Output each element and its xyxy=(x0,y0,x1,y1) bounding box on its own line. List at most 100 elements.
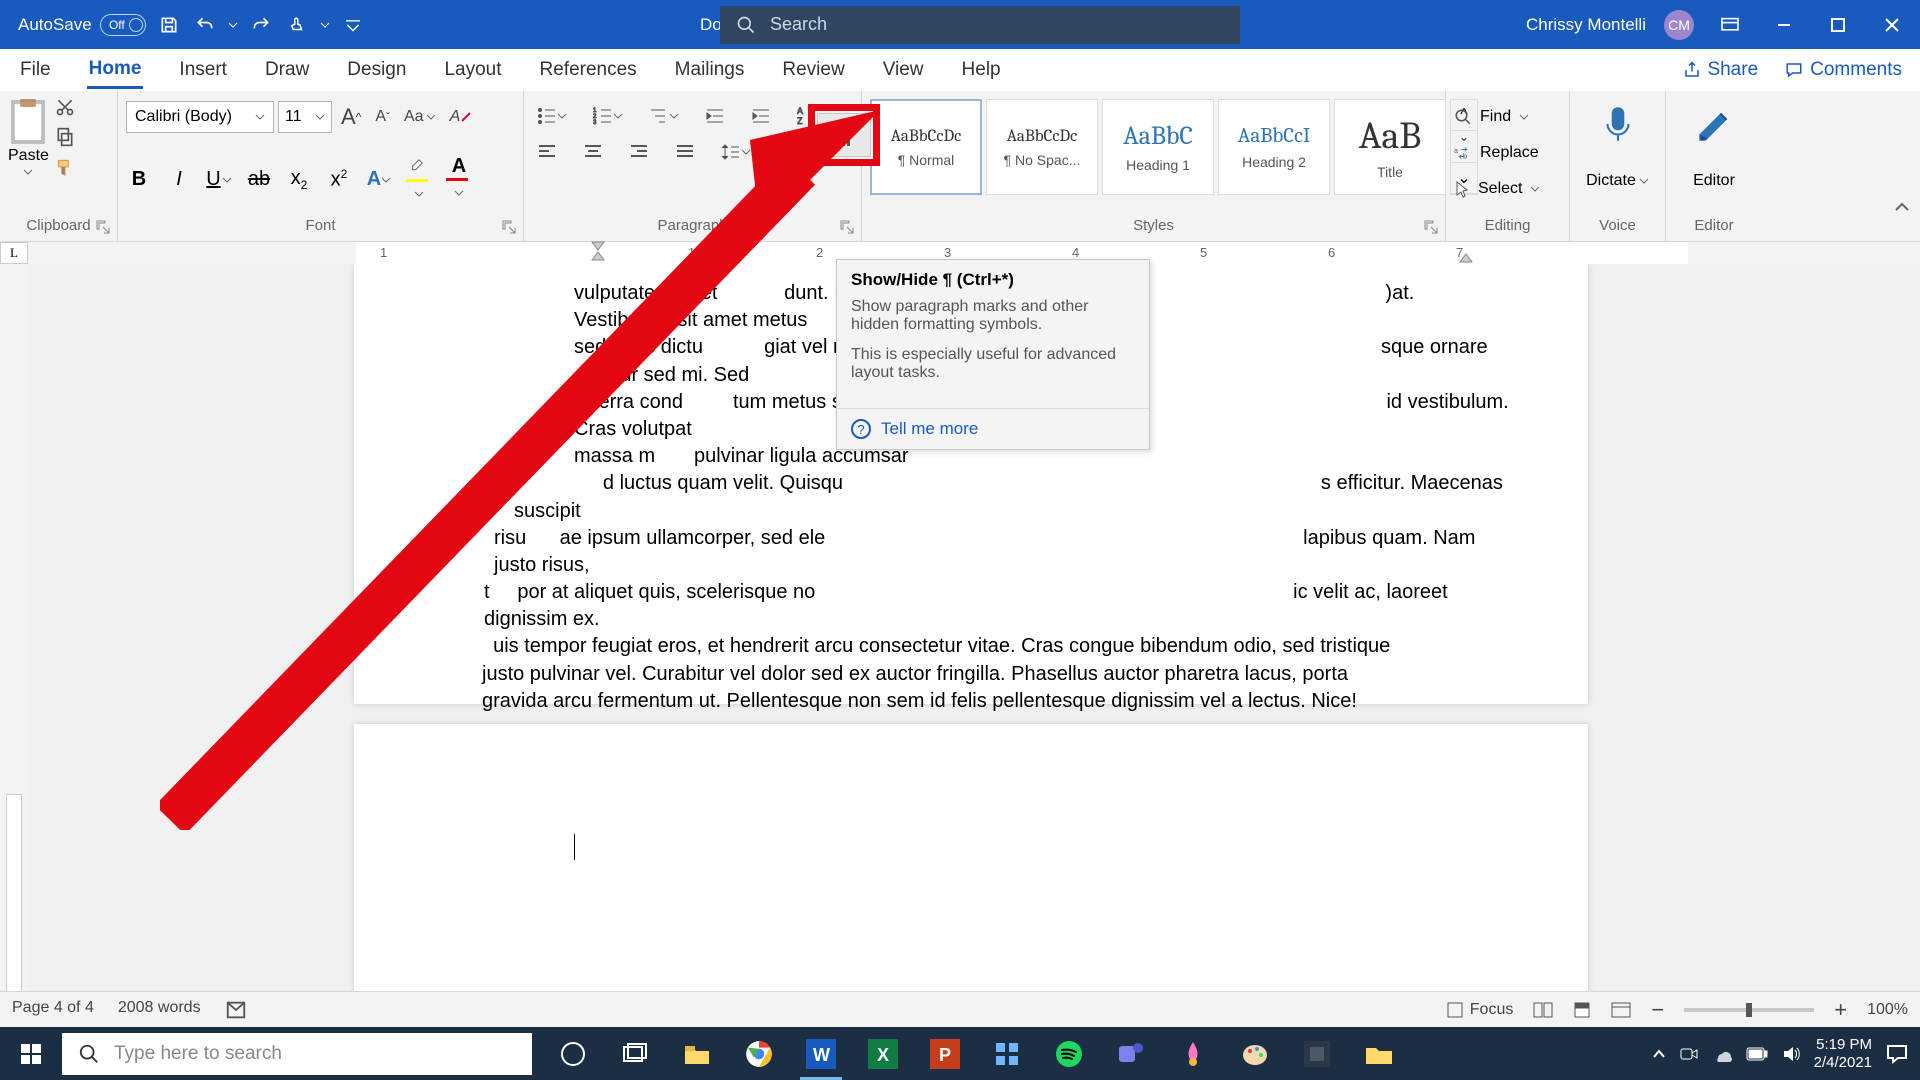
autosave-toggle[interactable]: AutoSave Off xyxy=(18,14,146,36)
increase-indent-icon[interactable] xyxy=(746,101,776,131)
spelling-icon[interactable] xyxy=(225,999,247,1021)
save-icon[interactable] xyxy=(156,12,182,38)
collapse-ribbon-icon[interactable] xyxy=(1894,201,1910,219)
style-nospacing[interactable]: AaBbCcDc¶ No Spac... xyxy=(986,99,1098,195)
tab-review[interactable]: Review xyxy=(780,53,846,87)
replace-button[interactable]: abReplace xyxy=(1454,137,1539,169)
qat-customize-icon[interactable] xyxy=(340,12,366,38)
word-count[interactable]: 2008 words xyxy=(118,999,201,1021)
tab-help[interactable]: Help xyxy=(960,53,1003,87)
zoom-level[interactable]: 100% xyxy=(1867,1001,1908,1019)
chevron-down-icon[interactable] xyxy=(228,20,238,30)
undo-icon[interactable] xyxy=(192,12,218,38)
cut-icon[interactable] xyxy=(55,97,75,117)
clear-formatting-icon[interactable]: A xyxy=(445,102,478,132)
editor-icon[interactable] xyxy=(1693,103,1735,145)
tell-me-more-link[interactable]: ? Tell me more xyxy=(837,408,1149,449)
dialog-launcher-icon[interactable] xyxy=(839,219,855,235)
chrome-icon[interactable] xyxy=(730,1027,788,1080)
justify-icon[interactable] xyxy=(670,137,700,167)
tab-design[interactable]: Design xyxy=(345,53,408,87)
page-indicator[interactable]: Page 4 of 4 xyxy=(12,999,94,1021)
share-button[interactable]: Share xyxy=(1683,59,1758,81)
tab-view[interactable]: View xyxy=(881,53,926,87)
paste-icon[interactable] xyxy=(8,97,48,145)
style-heading2[interactable]: AaBbCcIHeading 2 xyxy=(1218,99,1330,195)
align-left-icon[interactable] xyxy=(532,137,562,167)
line-spacing-icon[interactable] xyxy=(716,137,756,167)
meet-now-icon[interactable] xyxy=(1680,1045,1698,1063)
zoom-out-button[interactable]: − xyxy=(1651,997,1664,1023)
excel-icon[interactable]: X xyxy=(854,1027,912,1080)
copy-icon[interactable] xyxy=(55,127,75,147)
onedrive-icon[interactable] xyxy=(1712,1046,1732,1062)
minimize-icon[interactable] xyxy=(1766,7,1802,43)
tab-references[interactable]: References xyxy=(538,53,639,87)
tab-layout[interactable]: Layout xyxy=(442,53,503,87)
print-layout-icon[interactable] xyxy=(1573,1001,1591,1019)
spotify-icon[interactable] xyxy=(1040,1027,1098,1080)
italic-button[interactable]: I xyxy=(166,168,192,191)
bold-button[interactable]: B xyxy=(126,168,152,191)
user-name[interactable]: Chrissy Montelli xyxy=(1526,15,1646,35)
change-case-icon[interactable]: Aa xyxy=(399,102,441,132)
zoom-slider[interactable] xyxy=(1684,1008,1814,1012)
decrease-indent-icon[interactable] xyxy=(700,101,730,131)
close-icon[interactable] xyxy=(1874,7,1910,43)
paint-icon[interactable] xyxy=(1226,1027,1284,1080)
maximize-icon[interactable] xyxy=(1820,7,1856,43)
start-button[interactable] xyxy=(0,1027,62,1080)
style-heading1[interactable]: AaBbCHeading 1 xyxy=(1102,99,1214,195)
find-button[interactable]: Find xyxy=(1454,101,1529,133)
cortana-icon[interactable] xyxy=(544,1027,602,1080)
search-box[interactable]: Search xyxy=(720,6,1240,44)
dialog-launcher-icon[interactable] xyxy=(1423,219,1439,235)
touch-mode-icon[interactable] xyxy=(284,12,310,38)
style-normal[interactable]: AaBbCcDc¶ Normal xyxy=(870,99,982,195)
shading-icon[interactable] xyxy=(772,137,810,167)
calculator-icon[interactable] xyxy=(978,1027,1036,1080)
zoom-in-button[interactable]: + xyxy=(1834,997,1847,1023)
word-icon[interactable]: W xyxy=(792,1027,850,1080)
taskbar-search[interactable]: Type here to search xyxy=(62,1033,532,1075)
superscript-button[interactable]: x2 xyxy=(326,167,352,192)
align-center-icon[interactable] xyxy=(578,137,608,167)
right-indent-marker-icon[interactable] xyxy=(1458,252,1474,264)
font-size-select[interactable]: 11 xyxy=(278,101,332,133)
tab-selector[interactable]: L xyxy=(0,242,28,264)
tab-insert[interactable]: Insert xyxy=(177,53,229,87)
folder-icon[interactable] xyxy=(1350,1027,1408,1080)
indent-marker-icon[interactable] xyxy=(590,240,606,262)
paint3d-icon[interactable] xyxy=(1164,1027,1222,1080)
tray-chevron-icon[interactable] xyxy=(1652,1047,1666,1061)
multilevel-list-icon[interactable] xyxy=(644,101,684,131)
show-hide-paragraph-button[interactable] xyxy=(808,104,880,166)
select-button[interactable]: Select xyxy=(1454,173,1540,205)
style-title[interactable]: AaBTitle xyxy=(1334,99,1446,195)
dialog-launcher-icon[interactable] xyxy=(501,219,517,235)
tab-draw[interactable]: Draw xyxy=(263,53,311,87)
bullets-icon[interactable] xyxy=(532,101,572,131)
read-mode-icon[interactable] xyxy=(1533,1001,1553,1019)
text-effects-icon[interactable]: A xyxy=(366,168,392,191)
battery-icon[interactable] xyxy=(1746,1047,1768,1061)
font-color-icon[interactable]: A xyxy=(446,155,472,204)
chevron-down-icon[interactable] xyxy=(23,167,33,177)
tab-home[interactable]: Home xyxy=(87,52,144,89)
dictate-icon[interactable] xyxy=(1597,103,1639,145)
tab-file[interactable]: File xyxy=(18,53,53,87)
chevron-down-icon[interactable] xyxy=(320,20,330,30)
numbering-icon[interactable]: 123 xyxy=(588,101,628,131)
shrink-font-icon[interactable]: Aˇ xyxy=(370,102,395,132)
web-layout-icon[interactable] xyxy=(1611,1001,1631,1019)
subscript-button[interactable]: x2 xyxy=(286,167,312,192)
task-view-icon[interactable] xyxy=(606,1027,664,1080)
teams-icon[interactable] xyxy=(1102,1027,1160,1080)
app-icon[interactable] xyxy=(1288,1027,1346,1080)
vertical-ruler[interactable] xyxy=(0,264,28,1036)
styles-gallery[interactable]: AaBbCcDc¶ Normal AaBbCcDc¶ No Spac... Aa… xyxy=(870,99,1478,195)
redo-icon[interactable] xyxy=(248,12,274,38)
volume-icon[interactable] xyxy=(1782,1045,1800,1063)
page[interactable] xyxy=(354,724,1588,1036)
font-name-select[interactable]: Calibri (Body) xyxy=(126,101,274,133)
